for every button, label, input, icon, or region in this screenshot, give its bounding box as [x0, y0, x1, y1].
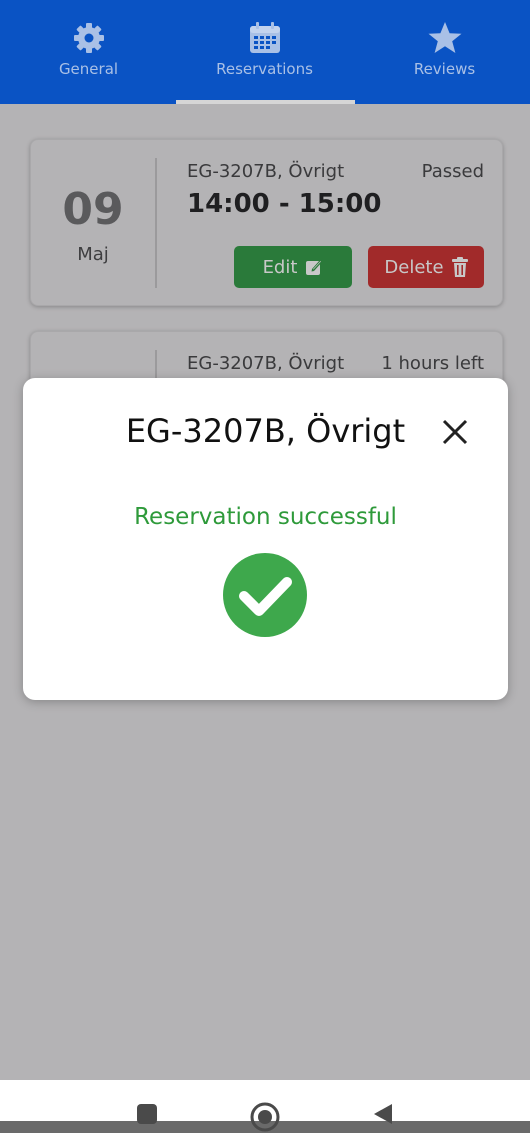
gear-icon [73, 23, 104, 53]
recent-apps-icon[interactable] [135, 1102, 159, 1126]
card-divider [155, 158, 157, 288]
delete-button[interactable]: Delete [368, 246, 484, 288]
close-icon[interactable] [437, 414, 473, 450]
back-icon[interactable] [372, 1102, 394, 1126]
tab-reviews-label: Reviews [413, 60, 476, 78]
tab-general-label: General [58, 60, 119, 78]
edit-button[interactable]: Edit [234, 246, 352, 288]
tab-general[interactable]: General [0, 0, 177, 104]
star-icon [428, 22, 461, 53]
reservation-room: EG-3207B, Övrigt [187, 353, 345, 374]
tab-reviews[interactable]: Reviews [356, 0, 530, 104]
dialog-title: EG-3207B, Övrigt [125, 412, 406, 450]
reservation-card: 09 Maj EG-3207B, Övrigt Passed 14:00 - 1… [30, 139, 503, 306]
edit-button-label: Edit [262, 256, 298, 278]
reservation-success-dialog: EG-3207B, Övrigt Reservation successful [23, 378, 508, 700]
tab-reservations-label: Reservations [216, 60, 313, 78]
dialog-message: Reservation successful [134, 504, 397, 530]
top-tab-bar: General Reservations Reviews [0, 0, 530, 104]
calendar-icon [249, 22, 280, 53]
tab-reservations[interactable]: Reservations [176, 0, 353, 104]
reservation-status: 1 hours left [381, 353, 484, 374]
delete-button-label: Delete [384, 256, 444, 278]
reservation-day: 09 [62, 184, 124, 235]
active-tab-indicator [176, 100, 355, 104]
reservation-status: Passed [421, 161, 484, 182]
trash-icon [451, 257, 468, 277]
reservation-time: 14:00 - 15:00 [187, 189, 382, 219]
reservation-room: EG-3207B, Övrigt [187, 161, 345, 182]
reservation-month: Maj [77, 244, 109, 265]
home-icon[interactable] [250, 1102, 280, 1132]
edit-icon [306, 260, 323, 275]
check-circle-icon [223, 553, 307, 637]
